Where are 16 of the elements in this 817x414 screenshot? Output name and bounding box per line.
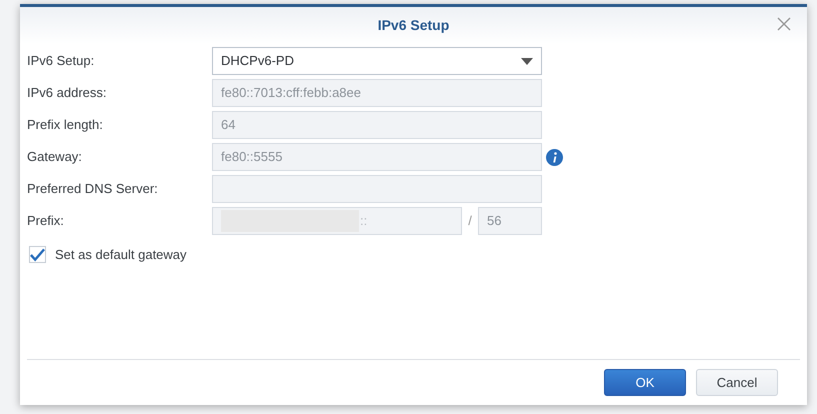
field-label: Prefix: [27, 212, 65, 230]
close-icon[interactable] [777, 17, 791, 31]
field-label: Gateway: [27, 148, 83, 166]
checkmark-icon [30, 248, 45, 262]
dialog-title: IPv6 Setup [378, 16, 450, 35]
field-label: IPv6 Setup: [27, 52, 96, 70]
caret-icon [521, 58, 533, 64]
slash-separator: / [467, 212, 473, 230]
field-label: Preferred DNS Server: [27, 180, 159, 198]
checkbox[interactable] [29, 246, 46, 264]
select-field[interactable]: DHCPv6-PD [212, 47, 542, 75]
field-label: IPv6 address: [27, 84, 108, 102]
cancel-button[interactable]: Cancel [696, 369, 778, 396]
checkbox-label: Set as default gateway [55, 246, 187, 264]
field-label: Prefix length: [27, 116, 104, 134]
ok-button[interactable]: OK [604, 369, 686, 396]
